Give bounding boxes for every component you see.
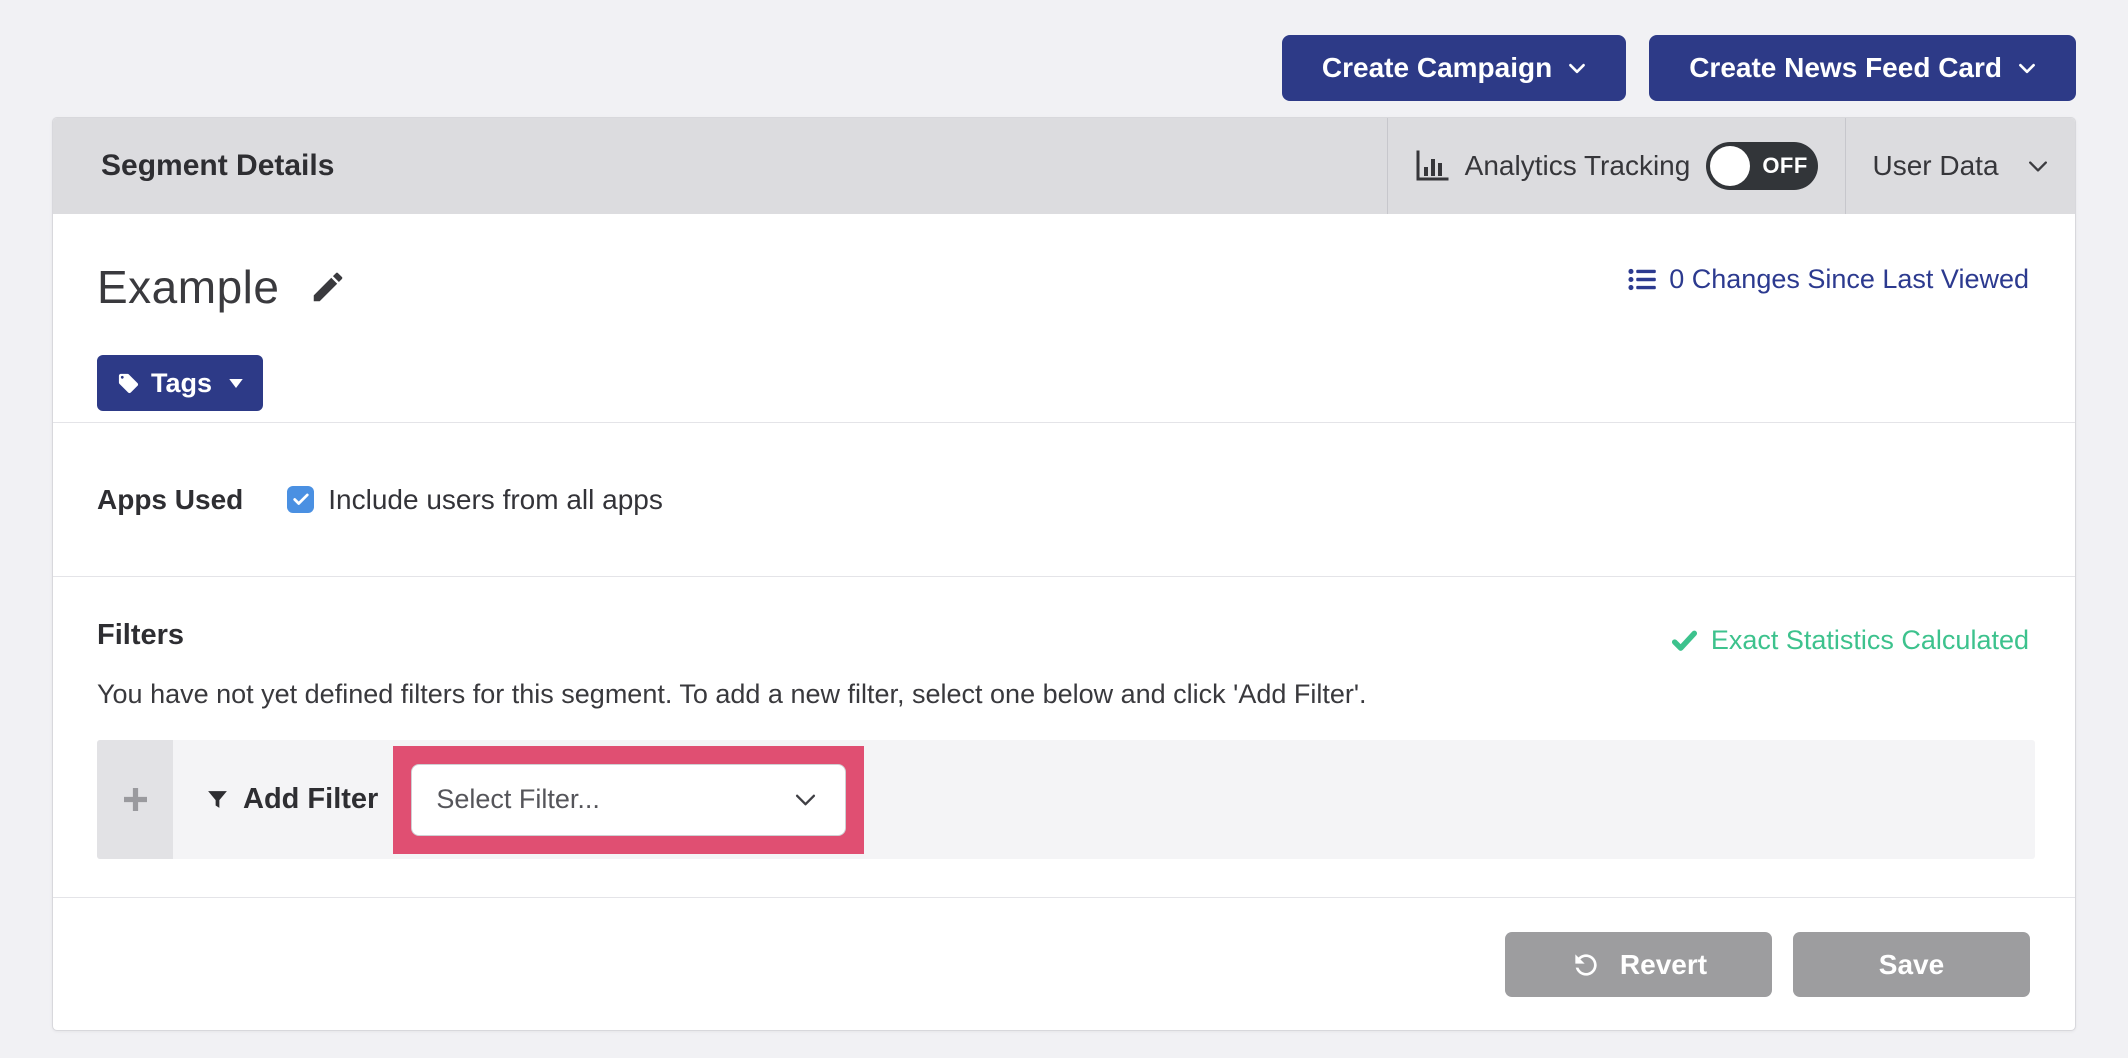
add-filter-plus-button[interactable] bbox=[97, 740, 173, 859]
highlight-annotation: Select Filter... bbox=[393, 746, 864, 854]
select-filter-placeholder: Select Filter... bbox=[436, 784, 600, 815]
analytics-tracking-toggle[interactable]: OFF bbox=[1706, 142, 1818, 190]
changes-link-label: 0 Changes Since Last Viewed bbox=[1669, 264, 2029, 295]
toggle-knob bbox=[1710, 146, 1750, 186]
exact-statistics-status: Exact Statistics Calculated bbox=[1671, 625, 2029, 656]
create-campaign-button[interactable]: Create Campaign bbox=[1282, 35, 1626, 101]
funnel-icon bbox=[205, 787, 230, 812]
analytics-tracking-section: Analytics Tracking OFF bbox=[1387, 118, 1845, 214]
tags-button[interactable]: Tags bbox=[97, 355, 263, 411]
plus-icon bbox=[124, 788, 147, 811]
filters-heading: Filters bbox=[97, 619, 184, 652]
toggle-state-label: OFF bbox=[1762, 142, 1808, 190]
user-data-dropdown[interactable]: User Data bbox=[1845, 118, 2075, 214]
segment-name: Example bbox=[97, 260, 279, 314]
exact-statistics-label: Exact Statistics Calculated bbox=[1711, 625, 2029, 656]
add-filter-label: Add Filter bbox=[243, 783, 378, 816]
pencil-icon[interactable] bbox=[309, 268, 347, 306]
checkbox-check-icon bbox=[293, 493, 309, 506]
revert-button[interactable]: Revert bbox=[1505, 932, 1772, 997]
analytics-tracking-label: Analytics Tracking bbox=[1465, 150, 1691, 182]
chevron-down-icon bbox=[794, 793, 817, 807]
save-label: Save bbox=[1879, 949, 1944, 981]
save-button[interactable]: Save bbox=[1793, 932, 2030, 997]
bar-chart-icon bbox=[1415, 150, 1449, 182]
create-campaign-label: Create Campaign bbox=[1322, 52, 1552, 84]
add-filter-label-group: Add Filter bbox=[205, 740, 378, 859]
create-news-feed-card-label: Create News Feed Card bbox=[1689, 52, 2002, 84]
filters-section: Filters Exact Statistics Calculated You … bbox=[53, 576, 2075, 897]
chevron-down-icon bbox=[2018, 63, 2036, 74]
select-filter-dropdown[interactable]: Select Filter... bbox=[411, 764, 846, 836]
revert-label: Revert bbox=[1620, 949, 1707, 981]
include-all-apps-checkbox[interactable] bbox=[287, 486, 314, 513]
chevron-down-icon bbox=[1568, 63, 1586, 74]
list-icon bbox=[1628, 268, 1656, 291]
filters-description: You have not yet defined filters for thi… bbox=[97, 679, 1367, 710]
chevron-down-icon bbox=[2027, 160, 2049, 173]
segment-details-card: Segment Details Analytics Tracking OFF U… bbox=[52, 117, 2076, 1031]
tag-icon bbox=[117, 372, 140, 395]
changes-since-last-viewed-link[interactable]: 0 Changes Since Last Viewed bbox=[1628, 264, 2029, 295]
include-all-apps-label: Include users from all apps bbox=[328, 484, 663, 516]
check-icon bbox=[1671, 629, 1698, 653]
apps-used-label: Apps Used bbox=[97, 484, 243, 516]
apps-used-section: Apps Used Include users from all apps bbox=[53, 422, 2075, 576]
create-news-feed-card-button[interactable]: Create News Feed Card bbox=[1649, 35, 2076, 101]
top-action-buttons: Create Campaign Create News Feed Card bbox=[1282, 35, 2076, 101]
card-header: Segment Details Analytics Tracking OFF U… bbox=[53, 118, 2075, 214]
tags-label: Tags bbox=[151, 368, 212, 399]
caret-down-icon bbox=[229, 379, 243, 388]
page-title: Segment Details bbox=[53, 118, 1387, 214]
footer-actions: Revert Save bbox=[53, 897, 2075, 1031]
user-data-label: User Data bbox=[1872, 150, 1998, 182]
segment-name-section: Example Tags 0 Changes Since Last bbox=[53, 214, 2075, 422]
add-filter-row: Add Filter Select Filter... bbox=[97, 740, 2035, 859]
revert-icon bbox=[1570, 949, 1602, 981]
